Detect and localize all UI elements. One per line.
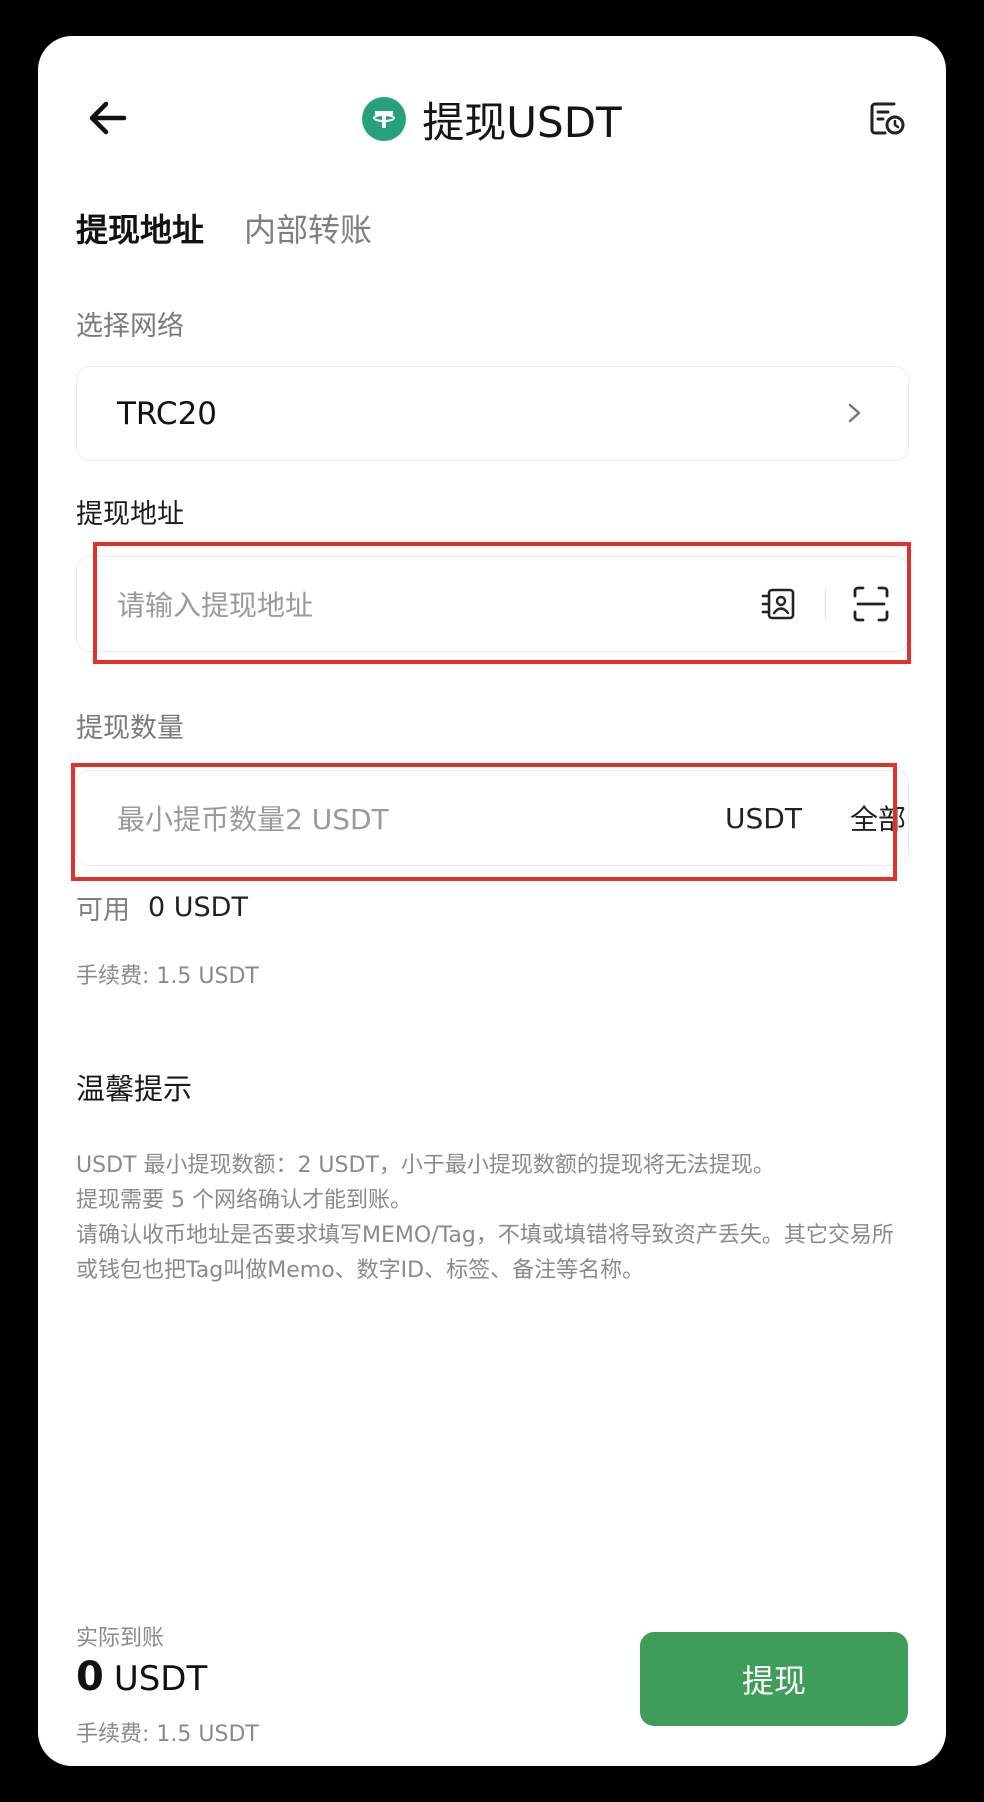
received-amount-value: 0: [76, 1654, 104, 1700]
withdraw-submit-button[interactable]: 提现: [640, 1632, 908, 1726]
address-placeholder: 请输入提现地址: [117, 589, 314, 622]
bottom-fee-text: 手续费: 1.5 USDT: [76, 1722, 259, 1747]
scan-button[interactable]: [849, 582, 893, 626]
fee-text: 手续费: 1.5 USDT: [76, 964, 259, 989]
network-label: 选择网络: [76, 311, 184, 342]
tip-line: 提现需要 5 个网络确认才能到账。: [76, 1188, 412, 1213]
scan-icon: [853, 586, 889, 622]
received-amount-unit: USDT: [113, 1659, 208, 1699]
available-balance: 可用 0 USDT: [76, 888, 248, 927]
tab-withdraw-address[interactable]: 提现地址: [76, 196, 204, 260]
tips-title: 温馨提示: [76, 1072, 193, 1106]
tip-line: 请确认收币地址是否要求填写MEMO/Tag，不填或填错将导致资产丢失。其它交易所…: [76, 1223, 894, 1283]
tab-internal-transfer[interactable]: 内部转账: [244, 196, 372, 260]
available-label: 可用: [76, 895, 130, 926]
chevron-right-icon: [848, 403, 861, 423]
amount-unit: USDT: [725, 801, 802, 835]
address-book-button[interactable]: [757, 582, 801, 626]
amount-placeholder: 最小提币数量2 USDT: [117, 803, 389, 836]
page-title: 提现USDT: [422, 97, 622, 147]
amount-input[interactable]: 最小提币数量2 USDT USDT 全部: [76, 770, 909, 866]
page-title-row: 提现USDT: [38, 86, 946, 152]
history-record-icon: [870, 102, 905, 135]
received-label: 实际到账: [76, 1626, 165, 1651]
network-value: TRC20: [117, 395, 218, 432]
history-button[interactable]: [861, 92, 911, 142]
withdraw-screen: 提现USDT 提现地址 内部转账 选择网络 TRC20 提现地址 请输入提现地址: [38, 36, 946, 1766]
address-book-icon: [761, 588, 795, 620]
all-button[interactable]: 全部: [850, 771, 906, 865]
tips-body: USDT 最小提现数额：2 USDT，小于最小提现数额的提现将无法提现。 提现需…: [76, 1148, 896, 1288]
address-label: 提现地址: [76, 499, 184, 530]
address-input[interactable]: 请输入提现地址: [76, 556, 909, 652]
tether-icon: [362, 97, 407, 141]
amount-label: 提现数量: [76, 713, 184, 744]
available-value: 0 USDT: [148, 892, 248, 923]
network-selector[interactable]: TRC20: [76, 366, 909, 461]
received-amount: 0 USDT: [76, 1654, 207, 1700]
tip-line: USDT 最小提现数额：2 USDT，小于最小提现数额的提现将无法提现。: [76, 1153, 775, 1178]
field-divider: [825, 589, 826, 619]
